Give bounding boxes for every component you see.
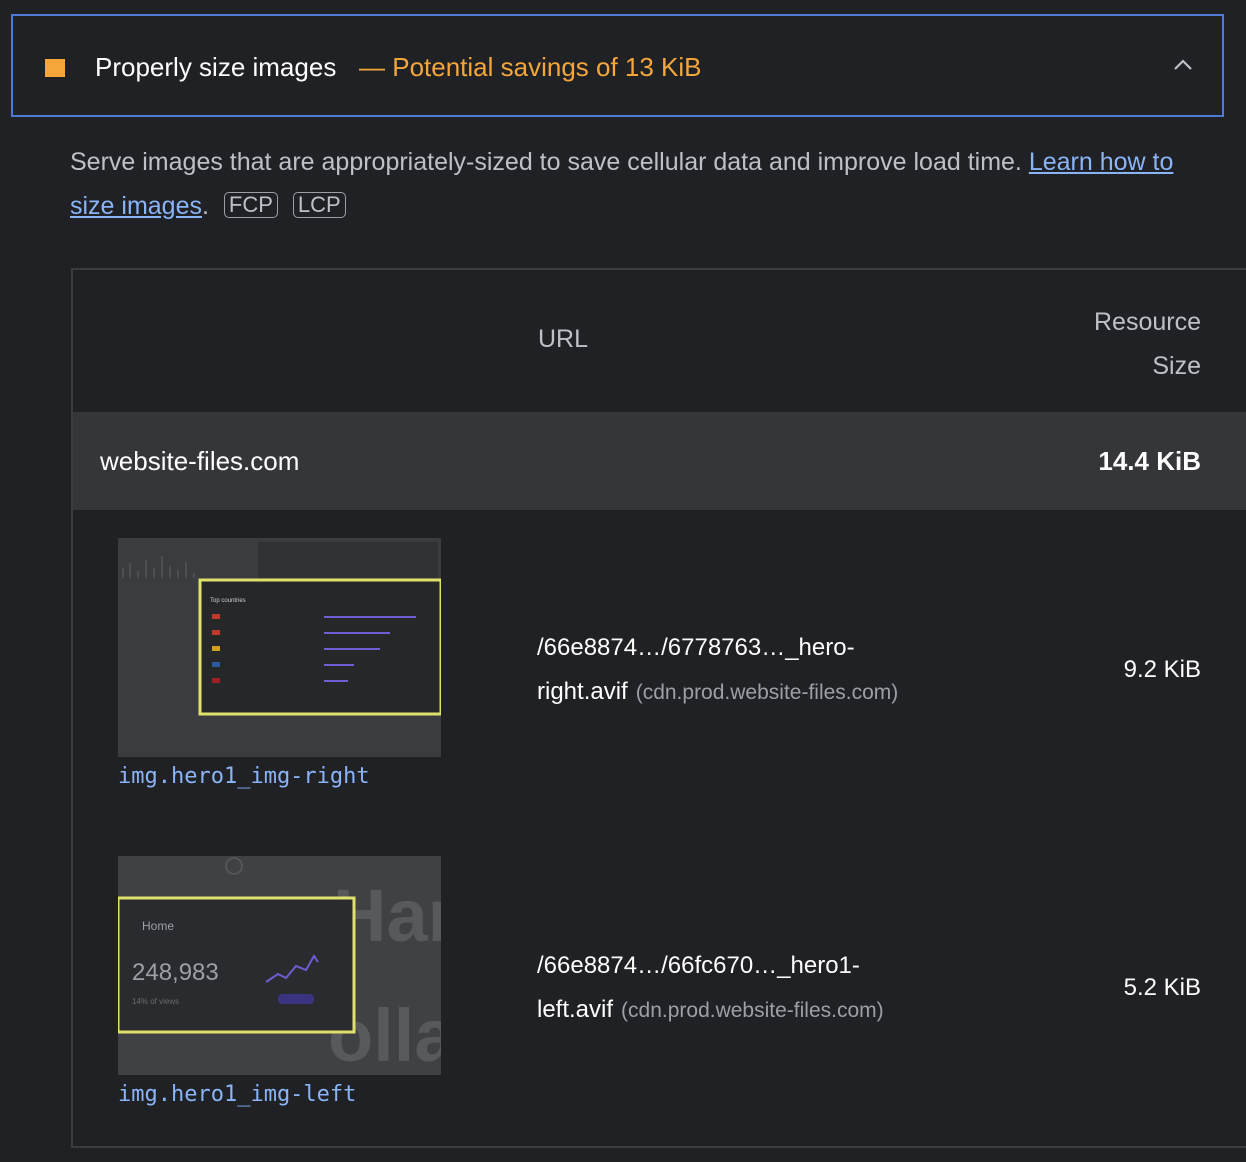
group-size: 14.4 KiB <box>1098 446 1201 476</box>
thumbnail-image: Top countries <box>118 538 441 757</box>
resource-url[interactable]: /66e8874…/6778763…_hero-right.avif (cdn.p… <box>537 626 1007 715</box>
audit-header[interactable]: Properly size images — Potential savings… <box>11 14 1224 117</box>
thumb-panel-title: Top countries <box>210 598 246 604</box>
resource-url[interactable]: /66e8874…/66fc670…_hero1-left.avif (cdn.p… <box>537 944 1007 1033</box>
description-text: Serve images that are appropriately-size… <box>70 148 1029 176</box>
column-header-url: URL <box>538 325 589 353</box>
audit-description: Serve images that are appropriately-size… <box>70 140 1190 228</box>
column-header-size-line1: Resource <box>1094 308 1201 336</box>
thumbnail-hero-right[interactable]: Top countries <box>118 538 441 757</box>
resource-size: 5.2 KiB <box>1123 974 1201 1001</box>
thumb-panel-value: 248,983 <box>132 959 219 986</box>
thumb-panel-title: Home <box>142 919 174 933</box>
warning-status-icon <box>45 59 65 77</box>
group-row: website-files.com 14.4 KiB <box>73 412 1246 510</box>
audit-savings: — Potential savings of 13 KiB <box>359 52 702 82</box>
element-selector[interactable]: img.hero1_img-right <box>118 764 370 789</box>
resource-url-host: (cdn.prod.website-files.com) <box>621 999 884 1022</box>
audit-table: URL Resource Size website-files.com 14.4… <box>71 268 1246 1148</box>
audit-title: Properly size images <box>95 52 337 82</box>
table-row: Top countries img.hero1_img-right /66e88… <box>73 538 1246 838</box>
element-selector[interactable]: img.hero1_img-left <box>118 1082 356 1107</box>
metric-badge-fcp: FCP <box>223 192 278 218</box>
thumbnail-hero-left[interactable]: Har olla Home 248,983 14% of views <box>118 856 441 1075</box>
column-header-resource-size: Resource Size <box>1051 300 1201 388</box>
resource-url-host: (cdn.prod.website-files.com) <box>635 681 899 704</box>
thumbnail-image: Har olla Home 248,983 14% of views <box>118 856 441 1075</box>
description-period: . <box>202 192 209 220</box>
table-row: Har olla Home 248,983 14% of views img.h… <box>73 856 1246 1156</box>
metric-badge-lcp: LCP <box>292 192 346 218</box>
chevron-up-icon[interactable] <box>1172 54 1194 76</box>
column-header-size-line2: Size <box>1152 352 1201 380</box>
group-name: website-files.com <box>100 446 300 476</box>
resource-size: 9.2 KiB <box>1123 656 1201 683</box>
thumb-panel-sub: 14% of views <box>132 997 179 1006</box>
